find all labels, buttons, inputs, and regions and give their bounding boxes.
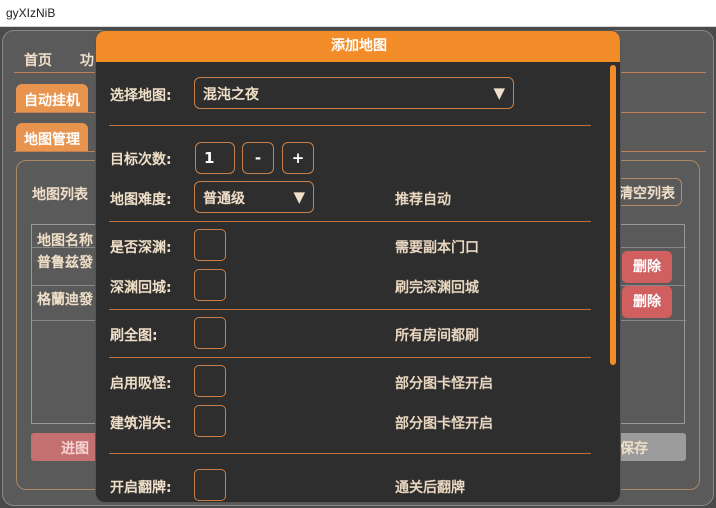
table-row[interactable]: 格蘭迪發 <box>37 289 93 309</box>
abyss-checkbox[interactable] <box>194 229 226 261</box>
window-title: gyXIzNiB <box>6 6 56 20</box>
delete-button[interactable]: 删除 <box>622 286 672 318</box>
suction-checkbox[interactable] <box>194 365 226 397</box>
suction-label: 启用吸怪: <box>110 376 172 392</box>
section-divider <box>109 221 591 222</box>
abyss-return-checkbox[interactable] <box>194 269 226 301</box>
nav-tab-home[interactable]: 首页 <box>14 44 62 72</box>
target-count-input[interactable]: 1 <box>195 142 235 174</box>
flip-card-label: 开启翻牌: <box>110 480 172 496</box>
window-titlebar: gyXIzNiB <box>0 0 716 27</box>
map-select-value: 混沌之夜 <box>203 87 259 103</box>
difficulty-select-value: 普通级 <box>203 191 245 207</box>
section-divider <box>109 357 591 358</box>
add-map-dialog: 添加地图 选择地图: 混沌之夜 ▼ 目标次数: 1 - + 地图难度: 普通级 … <box>95 30 621 503</box>
suction-hint: 部分图卡怪开启 <box>395 376 493 392</box>
building-hint: 部分图卡怪开启 <box>395 416 493 432</box>
difficulty-hint: 推荐自动 <box>395 192 451 208</box>
select-map-label: 选择地图: <box>110 88 172 104</box>
target-count-label: 目标次数: <box>110 152 172 168</box>
difficulty-select[interactable]: 普通级 ▼ <box>194 181 314 213</box>
section-divider <box>109 309 591 310</box>
map-list-title: 地图列表 <box>32 187 88 203</box>
table-row[interactable]: 普鲁兹發 <box>37 252 93 272</box>
flip-card-checkbox[interactable] <box>194 469 226 501</box>
section-divider <box>109 125 591 126</box>
delete-button[interactable]: 删除 <box>622 251 672 283</box>
tab-auto-hang[interactable]: 自动挂机 <box>16 84 88 112</box>
full-map-checkbox[interactable] <box>194 317 226 349</box>
full-map-label: 刷全图: <box>110 328 158 344</box>
building-checkbox[interactable] <box>194 405 226 437</box>
tab-map-management[interactable]: 地图管理 <box>16 123 88 151</box>
abyss-return-label: 深渊回城: <box>110 280 172 296</box>
abyss-label: 是否深渊: <box>110 240 172 256</box>
chevron-down-icon: ▼ <box>293 188 305 206</box>
building-label: 建筑消失: <box>110 416 172 432</box>
difficulty-label: 地图难度: <box>110 192 172 208</box>
full-map-hint: 所有房间都刷 <box>395 328 479 344</box>
chevron-down-icon: ▼ <box>493 84 505 102</box>
abyss-hint: 需要副本门口 <box>395 240 479 256</box>
dialog-scrollbar[interactable] <box>610 65 616 365</box>
flip-card-hint: 通关后翻牌 <box>395 480 465 496</box>
section-divider <box>109 453 591 454</box>
dialog-title: 添加地图 <box>96 31 620 62</box>
abyss-return-hint: 刷完深渊回城 <box>395 280 479 296</box>
increment-button[interactable]: + <box>282 142 314 174</box>
map-select[interactable]: 混沌之夜 ▼ <box>194 77 514 109</box>
decrement-button[interactable]: - <box>242 142 274 174</box>
